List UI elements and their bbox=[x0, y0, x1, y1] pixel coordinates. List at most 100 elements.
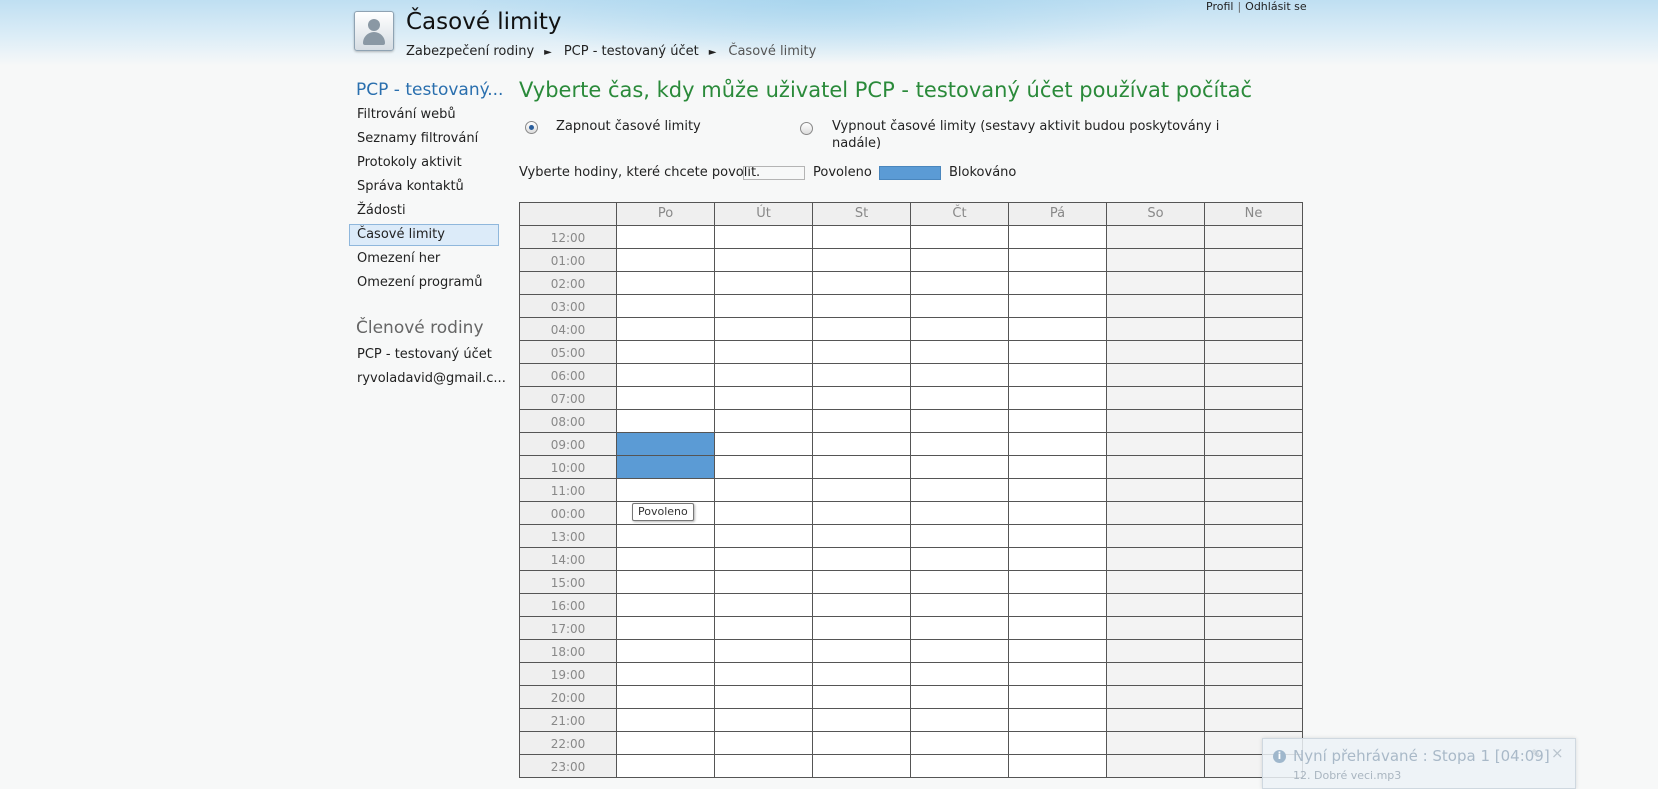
time-slot-cell[interactable] bbox=[911, 709, 1009, 732]
pencil-icon[interactable]: ✎ bbox=[1531, 747, 1541, 761]
time-slot-cell[interactable] bbox=[1205, 686, 1303, 709]
now-playing-notification[interactable]: i Nyní přehrávané : Stopa 1 [04:09] 12. … bbox=[1262, 738, 1576, 789]
time-slot-cell[interactable] bbox=[1009, 249, 1107, 272]
time-slot-cell[interactable] bbox=[1107, 709, 1205, 732]
time-slot-cell[interactable] bbox=[1205, 295, 1303, 318]
time-slot-cell[interactable] bbox=[1107, 226, 1205, 249]
time-slot-cell[interactable] bbox=[1205, 617, 1303, 640]
time-slot-cell[interactable] bbox=[1107, 548, 1205, 571]
time-slot-cell[interactable] bbox=[911, 387, 1009, 410]
time-slot-cell[interactable] bbox=[1205, 410, 1303, 433]
time-slot-cell[interactable] bbox=[1205, 640, 1303, 663]
time-slot-cell[interactable] bbox=[813, 617, 911, 640]
time-slot-cell[interactable] bbox=[1205, 433, 1303, 456]
time-slot-cell[interactable] bbox=[1107, 663, 1205, 686]
time-slot-cell[interactable] bbox=[715, 594, 813, 617]
time-slot-cell[interactable] bbox=[1205, 387, 1303, 410]
time-slot-cell[interactable] bbox=[617, 272, 715, 295]
time-slot-cell[interactable] bbox=[715, 663, 813, 686]
time-slot-cell[interactable] bbox=[911, 433, 1009, 456]
radio-time-limits-on[interactable] bbox=[525, 121, 538, 134]
time-slot-cell[interactable] bbox=[1107, 410, 1205, 433]
close-icon[interactable]: × bbox=[1551, 744, 1564, 762]
sidebar-item-time-limits[interactable]: Časové limity bbox=[349, 224, 499, 246]
time-slot-cell[interactable] bbox=[1107, 295, 1205, 318]
time-slot-cell[interactable] bbox=[1009, 456, 1107, 479]
time-slot-cell[interactable] bbox=[715, 617, 813, 640]
time-slot-cell[interactable] bbox=[715, 571, 813, 594]
time-slot-cell[interactable] bbox=[1205, 525, 1303, 548]
time-slot-cell[interactable] bbox=[617, 732, 715, 755]
radio-time-limits-off[interactable] bbox=[800, 122, 813, 135]
time-slot-cell[interactable] bbox=[911, 456, 1009, 479]
time-slot-cell[interactable] bbox=[715, 318, 813, 341]
time-slot-cell[interactable] bbox=[813, 341, 911, 364]
time-slot-cell[interactable] bbox=[1107, 617, 1205, 640]
time-slot-cell[interactable] bbox=[1107, 341, 1205, 364]
family-member-item[interactable]: ryvoladavid@gmail.c... bbox=[349, 368, 506, 390]
time-slot-cell[interactable] bbox=[1107, 387, 1205, 410]
time-slot-cell[interactable] bbox=[911, 594, 1009, 617]
time-slot-cell[interactable] bbox=[617, 387, 715, 410]
time-slot-cell[interactable] bbox=[1009, 663, 1107, 686]
time-slot-cell[interactable] bbox=[1009, 548, 1107, 571]
time-slot-cell[interactable] bbox=[813, 755, 911, 778]
time-slot-cell[interactable] bbox=[813, 456, 911, 479]
time-slot-cell[interactable] bbox=[911, 272, 1009, 295]
time-slot-cell[interactable] bbox=[1107, 364, 1205, 387]
time-slot-cell[interactable] bbox=[1205, 502, 1303, 525]
time-slot-cell[interactable] bbox=[617, 249, 715, 272]
time-slot-cell[interactable] bbox=[1009, 479, 1107, 502]
time-slot-cell[interactable] bbox=[1009, 318, 1107, 341]
time-slot-cell[interactable] bbox=[715, 525, 813, 548]
time-slot-cell[interactable] bbox=[1009, 433, 1107, 456]
time-slot-cell[interactable] bbox=[813, 548, 911, 571]
time-slot-cell[interactable] bbox=[911, 686, 1009, 709]
time-slot-cell[interactable] bbox=[1205, 663, 1303, 686]
time-slot-cell[interactable] bbox=[911, 548, 1009, 571]
time-slot-cell[interactable] bbox=[1009, 226, 1107, 249]
time-slot-cell[interactable] bbox=[617, 663, 715, 686]
time-slot-cell[interactable] bbox=[715, 364, 813, 387]
family-member-item[interactable]: PCP - testovaný účet bbox=[349, 344, 499, 366]
time-slot-cell[interactable] bbox=[1009, 364, 1107, 387]
time-slot-cell[interactable] bbox=[1205, 571, 1303, 594]
time-slot-cell[interactable] bbox=[715, 341, 813, 364]
time-slot-cell[interactable] bbox=[617, 341, 715, 364]
time-slot-cell[interactable] bbox=[715, 272, 813, 295]
time-slot-cell[interactable] bbox=[715, 295, 813, 318]
time-slot-cell[interactable] bbox=[813, 272, 911, 295]
time-slot-cell[interactable] bbox=[715, 709, 813, 732]
time-slot-cell[interactable] bbox=[1107, 502, 1205, 525]
time-slot-cell[interactable] bbox=[617, 456, 715, 479]
time-slot-cell[interactable] bbox=[1009, 502, 1107, 525]
time-slot-cell[interactable] bbox=[715, 249, 813, 272]
time-slot-cell[interactable] bbox=[1205, 456, 1303, 479]
time-slot-cell[interactable] bbox=[617, 571, 715, 594]
time-slot-cell[interactable] bbox=[617, 226, 715, 249]
time-slot-cell[interactable] bbox=[813, 663, 911, 686]
time-slot-cell[interactable] bbox=[911, 663, 1009, 686]
time-slot-cell[interactable] bbox=[1009, 594, 1107, 617]
time-slot-cell[interactable] bbox=[911, 410, 1009, 433]
sidebar-item-game-restrictions[interactable]: Omezení her bbox=[349, 248, 499, 270]
time-slot-cell[interactable] bbox=[715, 433, 813, 456]
time-slot-cell[interactable] bbox=[1205, 341, 1303, 364]
sidebar-item-filter-lists[interactable]: Seznamy filtrování bbox=[349, 128, 499, 150]
time-slot-cell[interactable] bbox=[1009, 709, 1107, 732]
time-slot-cell[interactable] bbox=[911, 732, 1009, 755]
time-slot-cell[interactable] bbox=[715, 732, 813, 755]
time-slot-cell[interactable] bbox=[715, 686, 813, 709]
time-slot-cell[interactable] bbox=[1107, 249, 1205, 272]
time-slot-cell[interactable] bbox=[911, 755, 1009, 778]
time-slot-cell[interactable] bbox=[1009, 410, 1107, 433]
time-slot-cell[interactable] bbox=[617, 755, 715, 778]
time-slot-cell[interactable] bbox=[1009, 571, 1107, 594]
sidebar-account-heading[interactable]: PCP - testovaný... bbox=[356, 80, 503, 100]
time-slot-cell[interactable] bbox=[1205, 318, 1303, 341]
time-slot-cell[interactable] bbox=[1205, 364, 1303, 387]
time-slot-cell[interactable] bbox=[617, 364, 715, 387]
time-slot-cell[interactable] bbox=[911, 502, 1009, 525]
time-slot-cell[interactable] bbox=[617, 410, 715, 433]
time-slot-cell[interactable] bbox=[813, 364, 911, 387]
